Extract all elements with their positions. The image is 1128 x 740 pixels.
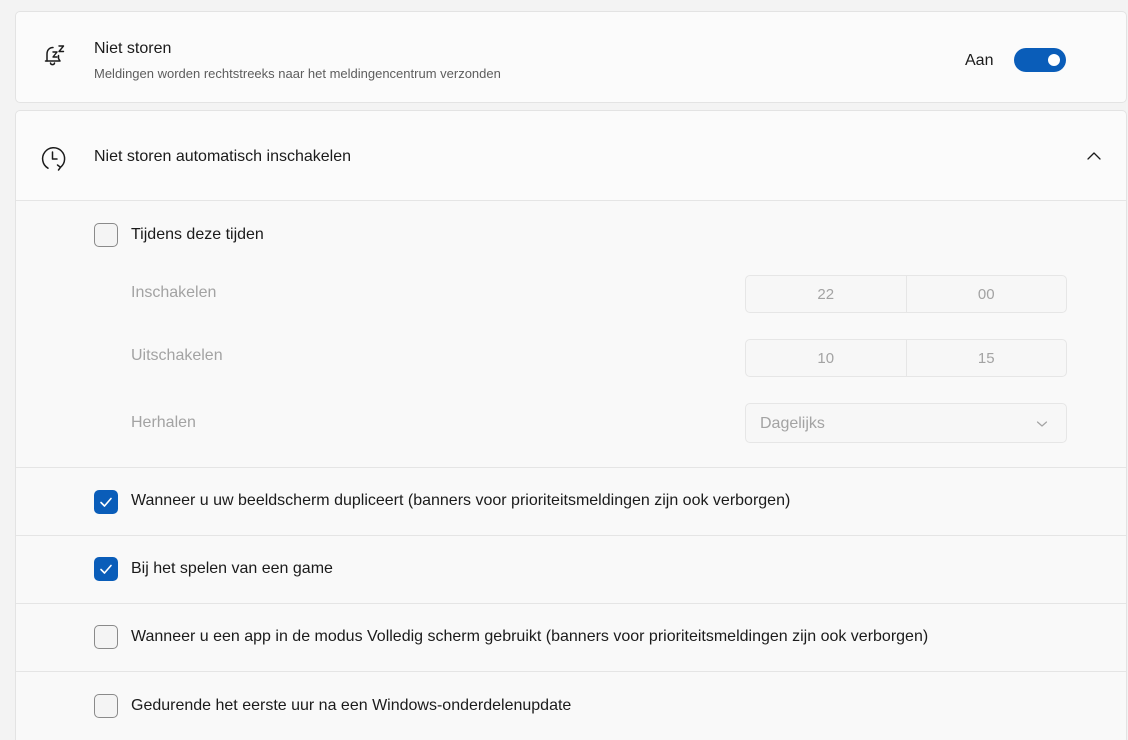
dnd-title: Niet storen xyxy=(94,40,172,57)
option-feature-update-checkbox[interactable] xyxy=(94,694,118,718)
option-row: Wanneer u uw beeldscherm dupliceert (ban… xyxy=(16,468,1126,535)
dnd-toggle[interactable] xyxy=(1014,48,1066,72)
option-row: Wanneer u een app in de modus Volledig s… xyxy=(16,604,1126,671)
option-gaming-checkbox[interactable] xyxy=(94,557,118,581)
turn-off-hour[interactable]: 10 xyxy=(746,340,906,376)
checkmark-icon xyxy=(100,497,112,507)
option-fullscreen-checkbox[interactable] xyxy=(94,625,118,649)
option-gaming-label: Bij het spelen van een game xyxy=(131,560,333,577)
option-duplicate-display-checkbox[interactable] xyxy=(94,490,118,514)
settings-page: Niet storen Meldingen worden rechtstreek… xyxy=(0,0,1128,740)
turn-off-label: Uitschakelen xyxy=(131,347,223,364)
auto-dnd-header[interactable]: Niet storen automatisch inschakelen xyxy=(16,111,1126,201)
schedule-section: Tijdens deze tijden Inschakelen 22 00 Ui… xyxy=(16,201,1126,467)
bell-zzz-icon xyxy=(44,45,65,66)
toggle-knob xyxy=(1048,54,1060,66)
option-row: Bij het spelen van een game xyxy=(16,536,1126,603)
repeat-dropdown-value: Dagelijks xyxy=(760,415,825,432)
schedule-checkbox-label: Tijdens deze tijden xyxy=(131,226,264,243)
auto-dnd-card: Niet storen automatisch inschakelen Tijd… xyxy=(15,110,1127,740)
option-row: Gedurende het eerste uur na een Windows-… xyxy=(16,672,1126,740)
repeat-dropdown[interactable]: Dagelijks xyxy=(745,403,1067,443)
option-duplicate-display-label: Wanneer u uw beeldscherm dupliceert (ban… xyxy=(131,492,791,509)
turn-on-minute[interactable]: 00 xyxy=(905,276,1067,312)
turn-on-hour[interactable]: 22 xyxy=(746,276,906,312)
option-fullscreen-label: Wanneer u een app in de modus Volledig s… xyxy=(131,628,929,645)
clock-icon xyxy=(41,146,66,171)
checkmark-icon xyxy=(100,564,112,574)
auto-dnd-title: Niet storen automatisch inschakelen xyxy=(94,148,352,165)
schedule-checkbox[interactable] xyxy=(94,223,118,247)
turn-off-minute[interactable]: 15 xyxy=(905,340,1067,376)
repeat-label: Herhalen xyxy=(131,414,196,431)
chevron-down-icon xyxy=(1036,421,1048,427)
dnd-subtitle: Meldingen worden rechtstreeks naar het m… xyxy=(94,66,501,81)
option-feature-update-label: Gedurende het eerste uur na een Windows-… xyxy=(131,697,572,714)
turn-off-timepicker[interactable]: 10 15 xyxy=(745,339,1067,377)
turn-on-label: Inschakelen xyxy=(131,284,217,301)
dnd-toggle-label: Aan xyxy=(965,52,994,69)
dnd-card: Niet storen Meldingen worden rechtstreek… xyxy=(15,11,1127,103)
turn-on-timepicker[interactable]: 22 00 xyxy=(745,275,1067,313)
chevron-up-icon[interactable] xyxy=(1086,151,1102,161)
